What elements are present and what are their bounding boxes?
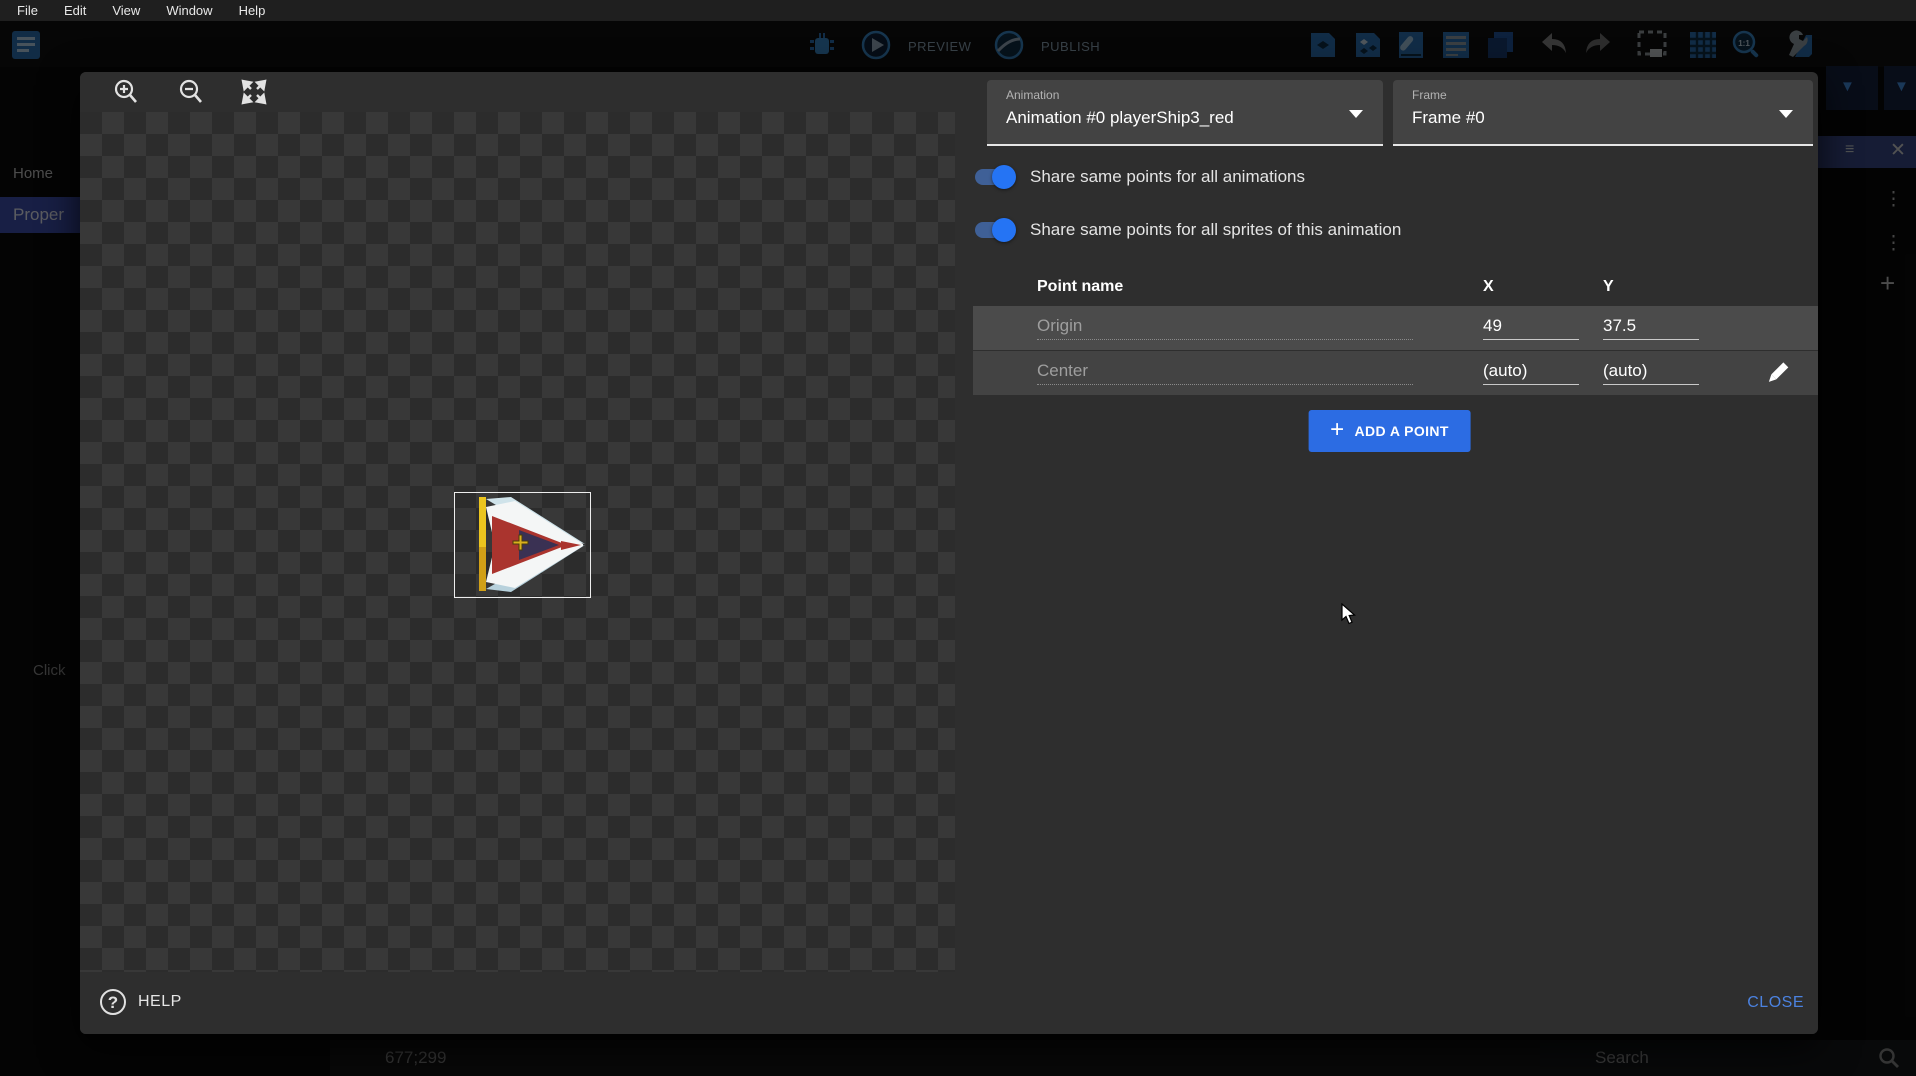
zoom-out-icon[interactable] [177, 78, 205, 106]
edit-points-dialog: Animation Animation #0 playerShip3_red F… [80, 72, 1818, 1034]
zoom-in-icon[interactable] [112, 78, 140, 106]
animation-select-value: Animation #0 playerShip3_red [1006, 108, 1234, 128]
table-row-origin[interactable]: Origin 49 37.5 [973, 306, 1818, 350]
toggle-label: Share same points for all sprites of thi… [1030, 220, 1401, 240]
menu-file[interactable]: File [6, 1, 49, 20]
point-y-field[interactable]: 37.5 [1603, 316, 1699, 340]
toggle-label: Share same points for all animations [1030, 167, 1305, 187]
frame-select[interactable]: Frame Frame #0 [1393, 80, 1813, 146]
sprite-canvas-pane [80, 72, 955, 972]
column-x: X [1483, 278, 1494, 296]
plus-icon: + [1330, 416, 1344, 444]
column-point-name: Point name [1037, 278, 1123, 296]
share-points-all-animations-toggle[interactable] [975, 169, 1013, 185]
sprite-frame-box[interactable] [454, 492, 591, 598]
column-y: Y [1603, 278, 1614, 296]
help-button[interactable]: ? HELP [100, 989, 182, 1015]
animation-select-label: Animation [1006, 88, 1059, 102]
points-editor-pane: Animation Animation #0 playerShip3_red F… [961, 72, 1818, 972]
add-point-label: ADD A POINT [1355, 423, 1449, 439]
dialog-footer: ? HELP CLOSE [80, 972, 1818, 1034]
menu-window[interactable]: Window [155, 1, 223, 20]
point-name-field[interactable]: Origin [1037, 316, 1413, 340]
caret-down-icon [1349, 110, 1363, 118]
close-button[interactable]: CLOSE [1747, 994, 1804, 1012]
point-name-field[interactable]: Center [1037, 361, 1413, 385]
fit-to-screen-icon[interactable] [240, 78, 268, 106]
player-ship-sprite [455, 493, 590, 597]
edit-pencil-icon[interactable] [1763, 359, 1791, 387]
table-row-center[interactable]: Center (auto) (auto) [973, 351, 1818, 395]
help-label: HELP [138, 993, 182, 1011]
share-points-all-animations-row: Share same points for all animations [975, 164, 1305, 190]
add-point-button[interactable]: + ADD A POINT [1308, 410, 1471, 452]
animation-select[interactable]: Animation Animation #0 playerShip3_red [987, 80, 1383, 146]
menu-edit[interactable]: Edit [53, 1, 97, 20]
toggle-knob [992, 165, 1016, 189]
menu-help[interactable]: Help [228, 1, 277, 20]
frame-select-value: Frame #0 [1412, 108, 1485, 128]
caret-down-icon [1779, 110, 1793, 118]
canvas-toolbar [80, 72, 955, 112]
points-table-header: Point name X Y [961, 270, 1818, 306]
share-points-all-sprites-toggle[interactable] [975, 222, 1013, 238]
share-points-all-sprites-row: Share same points for all sprites of thi… [975, 217, 1401, 243]
point-x-field[interactable]: (auto) [1483, 361, 1579, 385]
toggle-knob [992, 218, 1016, 242]
frame-select-label: Frame [1412, 88, 1447, 102]
point-y-field[interactable]: (auto) [1603, 361, 1699, 385]
menu-bar: File Edit View Window Help [0, 0, 1916, 21]
point-x-field[interactable]: 49 [1483, 316, 1579, 340]
menu-view[interactable]: View [101, 1, 151, 20]
question-mark-icon: ? [100, 989, 126, 1015]
